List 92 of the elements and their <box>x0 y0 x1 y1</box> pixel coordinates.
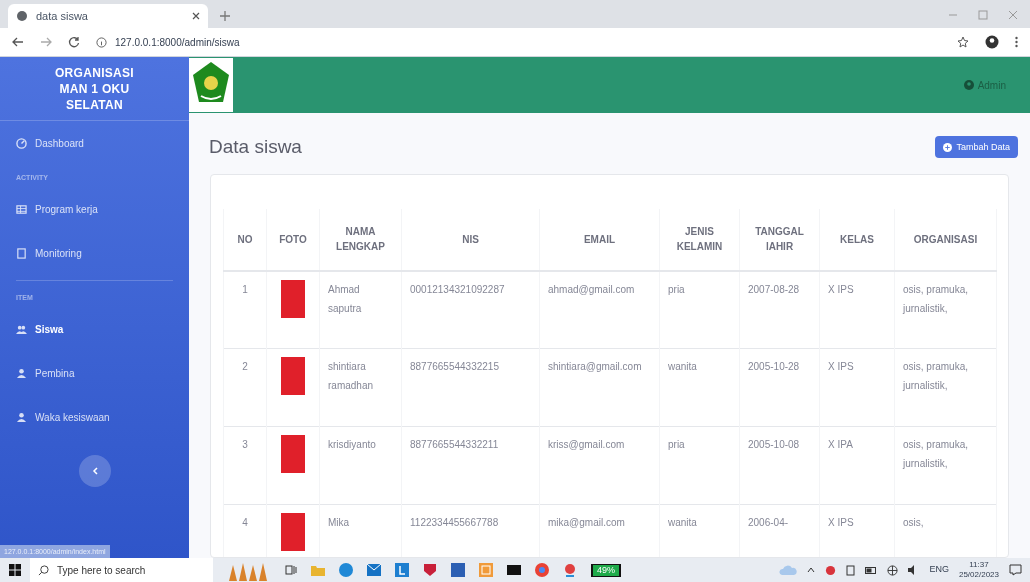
mail-icon[interactable] <box>367 564 381 576</box>
table-cell: 2005-10-28 <box>748 361 800 372</box>
column-header: JENIS KELAMIN <box>659 208 740 271</box>
shield-icon[interactable] <box>423 563 437 577</box>
table-cell: osis, pramuka, jurnalistik, <box>903 283 969 314</box>
sidebar-item[interactable]: Program kerja <box>0 187 189 232</box>
table-cell: kriss@gmail.com <box>548 439 625 450</box>
back-arrow-icon[interactable] <box>12 36 24 48</box>
column-header: ORGANISASI <box>894 208 997 271</box>
table-cell: Mika <box>328 517 350 528</box>
user-icon <box>16 367 27 379</box>
column-header: EMAIL <box>539 208 660 271</box>
new-tab-icon[interactable] <box>220 11 230 21</box>
browser-tab[interactable]: data siswa <box>8 4 208 28</box>
sidebar-item[interactable]: Waka kesiswaan <box>0 395 189 439</box>
app-tile-icon[interactable] <box>479 563 493 577</box>
address-bar[interactable]: 127.0.0.1:8000/admin/siswa <box>96 31 941 53</box>
column-header: NO <box>223 208 267 271</box>
table-cell: pria <box>668 283 685 295</box>
profile-icon[interactable] <box>985 35 999 49</box>
device-icon[interactable] <box>846 564 856 576</box>
table-cell: osis, <box>903 517 924 528</box>
sidebar-item[interactable]: Siswa <box>0 307 189 351</box>
sidebar-item[interactable]: Monitoring <box>0 231 189 276</box>
info-icon <box>96 36 107 48</box>
table-cell: pria <box>668 439 685 450</box>
table-cell: X IPS <box>828 283 854 295</box>
star-icon[interactable] <box>957 36 969 48</box>
forward-arrow-icon[interactable] <box>40 36 52 48</box>
table-cell: krisdiyanto <box>328 439 376 450</box>
sidebar-toggle-button[interactable] <box>78 455 111 487</box>
table-cell: shintiara@gmail.com <box>548 361 642 372</box>
column-header: NIS <box>401 208 540 271</box>
add-data-button[interactable]: Tambah Data <box>935 136 1018 159</box>
clock[interactable]: 11:37 25/02/2023 <box>958 560 999 580</box>
sidebar-item[interactable]: Dashboard <box>0 121 189 165</box>
taskbar-search-field[interactable]: Type here to search <box>30 558 213 582</box>
photo-placeholder <box>281 357 305 395</box>
chevron-up-icon[interactable] <box>807 567 816 573</box>
menu-icon[interactable] <box>1015 36 1018 48</box>
table-cell: 2005-10-08 <box>748 439 800 450</box>
table-cell-text: 3 <box>241 438 249 452</box>
table-cell: 1122334455667788 <box>410 517 499 528</box>
battery-icon[interactable] <box>865 566 878 574</box>
gauge-icon <box>16 137 27 149</box>
language-indicator[interactable]: ENG <box>929 563 949 577</box>
notification-icon[interactable] <box>1009 564 1022 576</box>
table-cell: X IPS <box>828 517 854 528</box>
table-cell: 8877665544332211 <box>410 439 499 450</box>
sidebar-item[interactable]: Pembina <box>0 351 189 395</box>
photo-placeholder <box>281 513 305 551</box>
column-header: NAMA LENGKAP <box>319 208 402 271</box>
table-cell: Ahmad saputra <box>328 283 362 314</box>
table-cell-text: 4 <box>241 516 249 530</box>
table-cell: shintiara ramadhan <box>328 361 374 391</box>
table-cell: 00012134321092287 <box>410 283 505 295</box>
plus-circle-icon <box>943 142 953 152</box>
group-icon <box>16 323 27 335</box>
page-title: Data siswa <box>209 135 302 159</box>
table-cell: mika@gmail.com <box>548 517 625 528</box>
windows-start-icon[interactable] <box>9 564 21 576</box>
globe-icon <box>16 10 28 22</box>
table-icon <box>16 204 27 215</box>
chevron-left-icon <box>91 467 98 475</box>
table-cell: 2007-08-28 <box>748 283 800 295</box>
table-cell-text: 2 <box>241 360 249 374</box>
photo-placeholder <box>281 279 305 318</box>
table-cell: 8877665544332215 <box>410 361 499 372</box>
task-view-icon[interactable] <box>285 564 297 576</box>
table-cell: osis, pramuka, jurnalistik, <box>903 439 969 469</box>
app-tile-icon[interactable] <box>395 563 409 577</box>
document-icon <box>16 248 27 259</box>
table-cell: X IPA <box>828 439 853 450</box>
column-header: KELAS <box>819 208 895 271</box>
search-icon <box>38 564 49 576</box>
network-globe-icon[interactable] <box>887 564 899 576</box>
user-avatar-icon <box>963 80 974 90</box>
photo-placeholder <box>281 435 305 473</box>
close-icon[interactable] <box>192 12 200 20</box>
user-icon <box>16 411 27 423</box>
table-cell: ahmad@gmail.com <box>548 283 635 295</box>
column-header: TANGGAL lAHIR <box>739 208 820 271</box>
table-cell: wanita <box>668 361 697 372</box>
table-cell: wanita <box>668 517 697 528</box>
battery-meter[interactable]: 49% <box>591 563 621 577</box>
table-cell: osis, pramuka, jurnalistik, <box>903 361 969 391</box>
table-cell-text: 1 <box>241 282 249 297</box>
table-cell: 2006-04- <box>748 517 789 528</box>
reload-icon[interactable] <box>68 36 80 48</box>
column-header: FOTO <box>266 208 320 271</box>
table-cell: X IPS <box>828 361 854 372</box>
tab-title: data siswa <box>36 8 89 24</box>
